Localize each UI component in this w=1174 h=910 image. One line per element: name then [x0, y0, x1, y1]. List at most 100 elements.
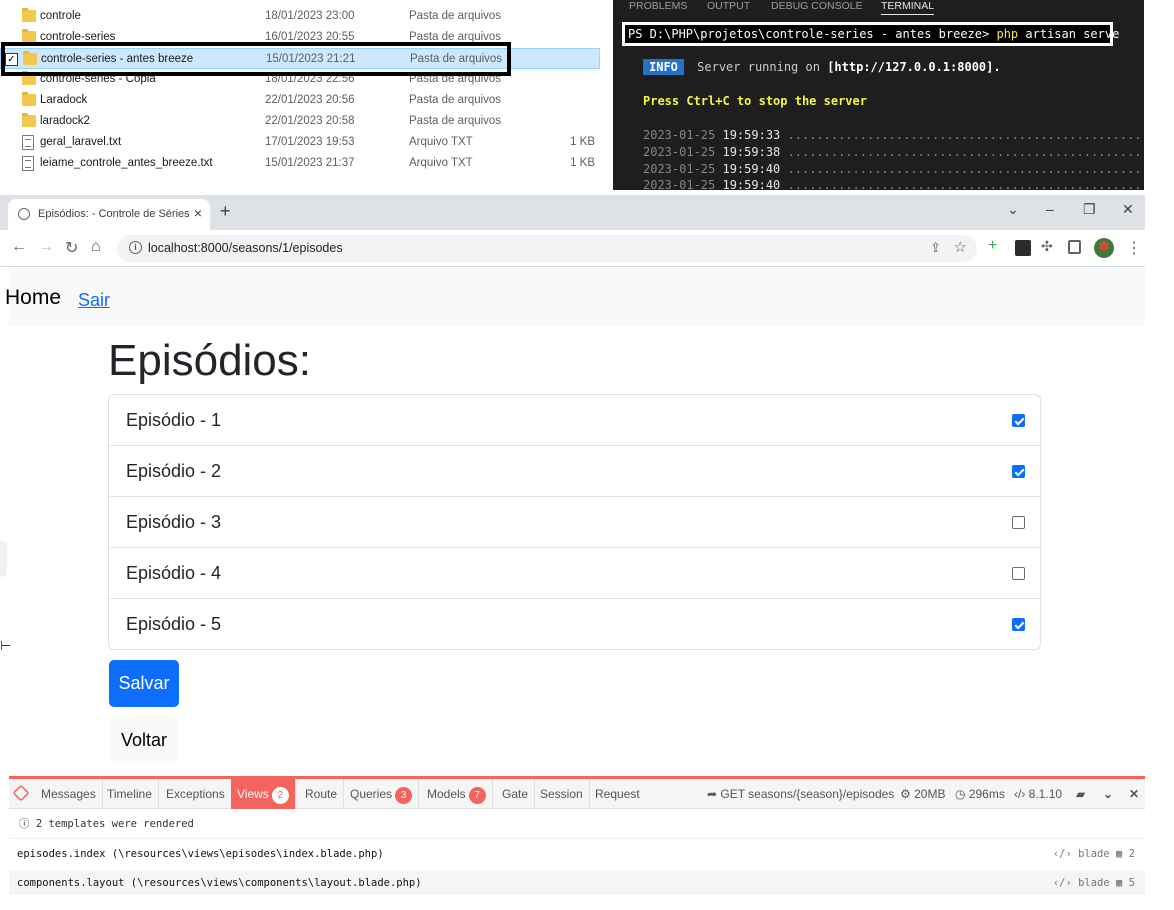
close-window-button[interactable]: ✕: [1122, 201, 1134, 218]
summary-text: 2 templates were rendered: [35, 818, 194, 830]
back-arrow-icon[interactable]: ←: [11, 238, 27, 256]
file-row-controle-series-copia[interactable]: controle-series - Cópia 18/01/2023 22:56…: [0, 69, 600, 90]
episode-checkbox[interactable]: [1012, 618, 1025, 631]
file-type: Pasta de arquivos: [410, 53, 503, 65]
file-type: Pasta de arquivos: [409, 31, 502, 43]
tab-output[interactable]: OUTPUT: [707, 0, 750, 12]
save-button[interactable]: Salvar: [109, 660, 179, 707]
episode-list: Episódio - 1 Episódio - 2 Episódio - 3 E…: [108, 394, 1041, 650]
debugbar-tab-models[interactable]: Models 7: [421, 779, 493, 809]
file-date: 17/01/2023 19:53: [265, 136, 355, 148]
log-line: 2023-01-25 19:59:38 ....................…: [643, 145, 1144, 159]
more-menu-icon[interactable]: ⋮: [1126, 238, 1142, 258]
file-row-laradock2[interactable]: laradock2 22/01/2023 20:58 Pasta de arqu…: [0, 111, 600, 132]
file-name: leiame_controle_antes_breeze.txt: [40, 157, 213, 169]
extension-plus-icon[interactable]: +: [988, 237, 1004, 254]
memory-indicator[interactable]: ⚙ 20MB: [900, 779, 945, 809]
debugbar-tab-timeline[interactable]: Timeline: [101, 779, 159, 809]
terminal-prompt-line[interactable]: PS D:\PHP\projetos\controle-series - ant…: [622, 22, 1119, 46]
tab-terminal[interactable]: TERMINAL: [881, 0, 935, 15]
file-row-controle[interactable]: controle 18/01/2023 23:00 Pasta de arqui…: [0, 6, 600, 27]
log-dots: ........................................…: [787, 128, 1144, 142]
browser-tab-strip: Episódios: - Controle de Séries × + ⌄ – …: [0, 195, 1145, 230]
home-icon[interactable]: ⌂: [91, 238, 101, 256]
extension-icon[interactable]: [1015, 240, 1031, 256]
profile-avatar[interactable]: [1094, 238, 1114, 258]
file-row-controle-series[interactable]: controle-series 16/01/2023 20:55 Pasta d…: [0, 27, 600, 48]
debugbar-tab-views[interactable]: Views 2: [231, 779, 296, 809]
restore-button[interactable]: ❐: [1083, 201, 1096, 218]
file-date: 15/01/2023 21:37: [265, 157, 355, 169]
back-button[interactable]: Voltar: [109, 717, 179, 764]
debugbar-tab-session[interactable]: Session: [534, 779, 590, 809]
debugbar-tab-messages[interactable]: Messages: [35, 779, 103, 809]
episode-label: Episódio - 2: [126, 461, 222, 481]
views-summary: ⓘ 2 templates were rendered: [9, 810, 1145, 839]
browser-tab-active[interactable]: Episódios: - Controle de Séries ×: [8, 199, 210, 230]
side-panel-icon[interactable]: [1068, 240, 1081, 254]
episode-checkbox[interactable]: [1012, 516, 1025, 529]
new-tab-button[interactable]: +: [220, 201, 231, 222]
reload-icon[interactable]: ↻: [65, 238, 78, 258]
episode-checkbox[interactable]: [1012, 465, 1025, 478]
folder-icon: [23, 51, 37, 65]
debugbar-tab-queries[interactable]: Queries 3: [344, 779, 420, 809]
folder-icon: [22, 71, 36, 85]
nav-logout-link[interactable]: Sair: [78, 290, 110, 311]
file-date: 18/01/2023 22:56: [265, 73, 355, 85]
log-time: 19:59:40: [722, 178, 781, 190]
file-row-leiame[interactable]: leiame_controle_antes_breeze.txt 15/01/2…: [0, 153, 600, 174]
minimize-button[interactable]: –: [1046, 201, 1054, 217]
log-date: 2023-01-25: [643, 145, 716, 159]
close-icon[interactable]: ✕: [1129, 779, 1139, 809]
file-row-geral-laravel[interactable]: geral_laravel.txt 17/01/2023 19:53 Arqui…: [0, 132, 600, 153]
queries-count-badge: 3: [395, 787, 413, 804]
debugbar-tab-exceptions[interactable]: Exceptions: [160, 779, 232, 809]
debugbar-tab-gate[interactable]: Gate: [496, 779, 536, 809]
nav-home-link[interactable]: Home: [5, 286, 61, 310]
php-version-indicator[interactable]: ‹/› 8.1.10: [1014, 779, 1062, 809]
tab-label: Gate: [502, 787, 529, 801]
memory-text: 20MB: [914, 787, 946, 801]
debugbar-tab-route[interactable]: Route: [299, 779, 345, 809]
tab-debug-console[interactable]: DEBUG CONSOLE: [771, 0, 863, 12]
time-indicator[interactable]: ◷ 296ms: [955, 779, 1005, 809]
tab-label: Queries: [350, 787, 393, 801]
file-row-selected[interactable]: ✓ controle-series - antes breeze 15/01/2…: [0, 48, 600, 69]
episode-checkbox[interactable]: [1012, 414, 1025, 427]
tab-problems[interactable]: PROBLEMS: [629, 0, 687, 12]
file-date: 18/01/2023 23:00: [265, 10, 355, 22]
tab-label: Session: [540, 787, 583, 801]
close-tab-icon[interactable]: ×: [194, 205, 202, 221]
view-engine: blade: [1078, 877, 1110, 889]
file-name: laradock2: [40, 115, 90, 127]
route-indicator[interactable]: ➦ GET seasons/{season}/episodes: [707, 779, 894, 809]
tab-title: Episódios: - Controle de Séries: [38, 208, 190, 220]
share-icon[interactable]: ⇪: [930, 240, 941, 256]
debugbar-tab-request[interactable]: Request: [589, 779, 646, 809]
file-date: 16/01/2023 20:55: [265, 31, 355, 43]
view-meta: ‹/› blade ▦ 5: [1052, 877, 1135, 889]
folder-open-icon[interactable]: ▰: [1076, 779, 1085, 809]
row-checkbox[interactable]: ✓: [5, 53, 18, 66]
view-name: components.layout (\resources\views\comp…: [17, 877, 422, 889]
file-type: Arquivo TXT: [409, 136, 473, 148]
file-type: Pasta de arquivos: [409, 73, 502, 85]
address-bar[interactable]: i localhost:8000/seasons/1/episodes ⇪ ☆: [117, 235, 977, 262]
episode-checkbox[interactable]: [1012, 567, 1025, 580]
forward-arrow-icon[interactable]: →: [38, 238, 54, 256]
bookmark-star-icon[interactable]: ☆: [954, 238, 967, 256]
file-row-laradock[interactable]: Laradock 22/01/2023 20:56 Pasta de arqui…: [0, 90, 600, 111]
extensions-puzzle-icon[interactable]: ✣: [1041, 238, 1057, 254]
log-time: 19:59:38: [722, 145, 781, 159]
log-dots: ........................................…: [787, 145, 1144, 159]
list-item: Episódio - 3: [109, 497, 1040, 548]
tab-search-icon[interactable]: ⌄: [1007, 201, 1019, 218]
clock-icon: ◷: [955, 787, 969, 801]
site-info-icon[interactable]: i: [129, 241, 142, 254]
minimize-chevron-icon[interactable]: ⌄: [1103, 779, 1113, 809]
log-date: 2023-01-25: [643, 128, 716, 142]
laravel-logo-icon[interactable]: [12, 784, 30, 802]
tab-label: Route: [305, 787, 338, 801]
server-url[interactable]: [http://127.0.0.1:8000].: [827, 60, 1000, 74]
